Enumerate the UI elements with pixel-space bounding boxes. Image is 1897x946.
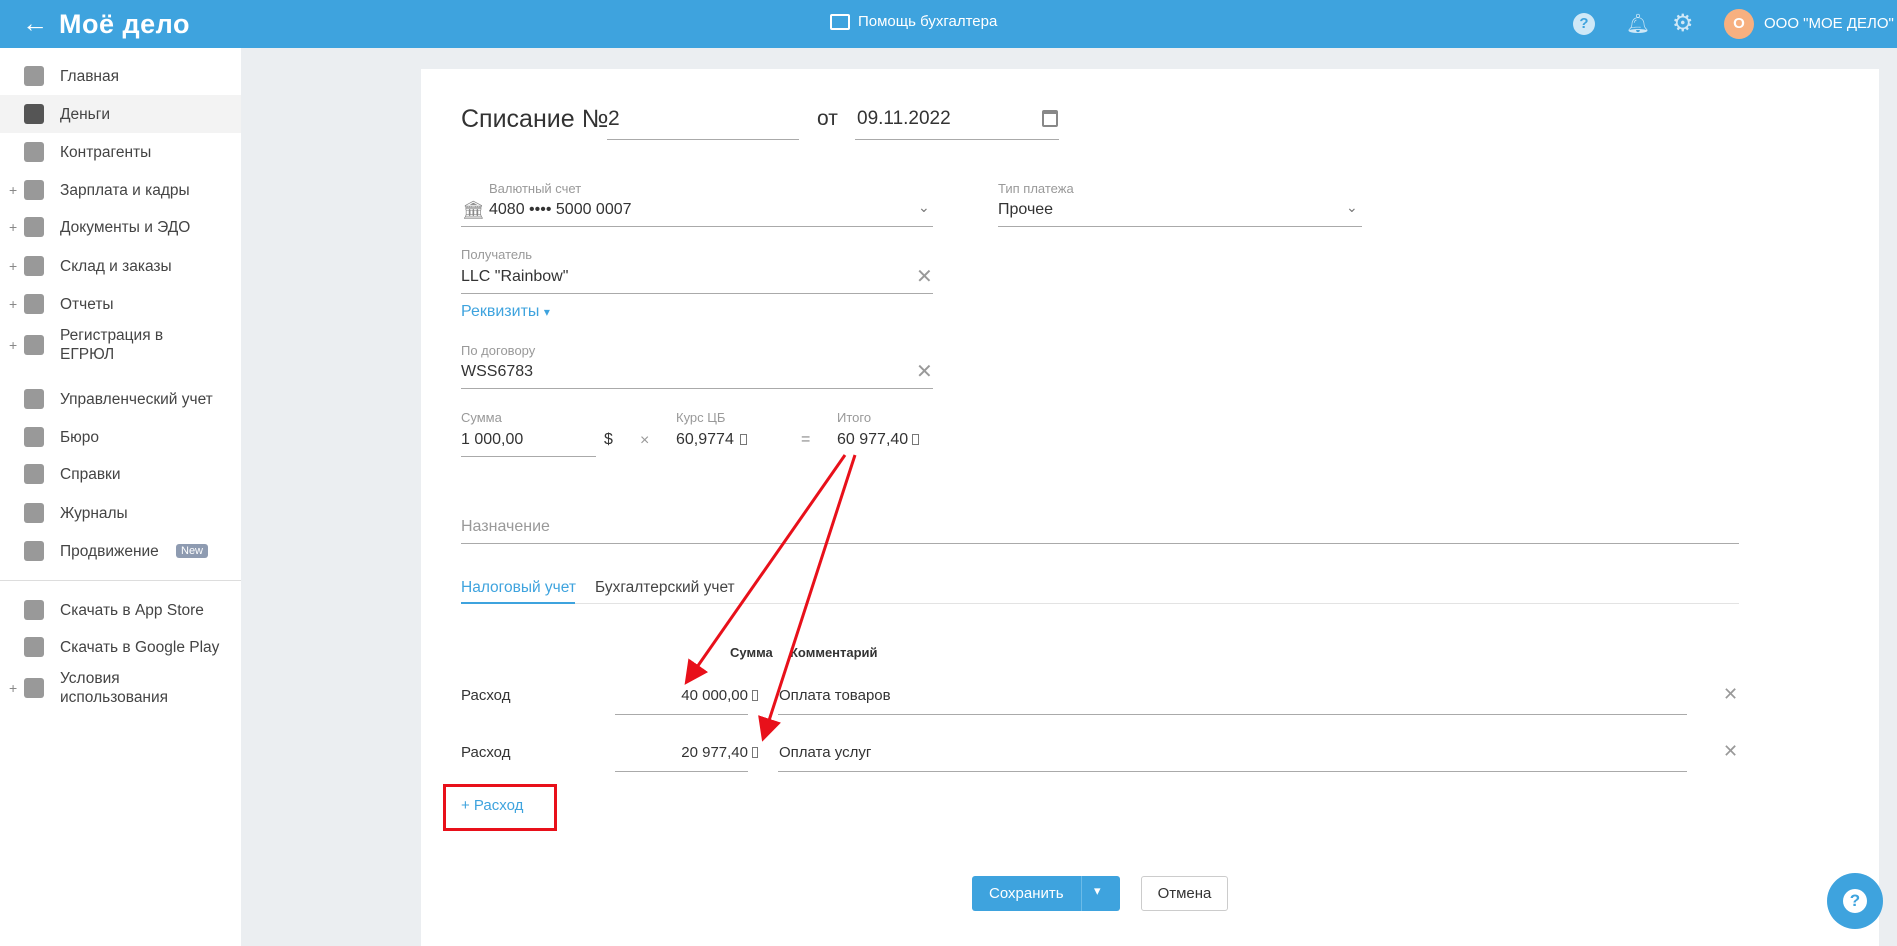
wallet-icon [24, 180, 44, 200]
expand-icon[interactable]: + [9, 296, 17, 312]
person-icon [24, 142, 44, 162]
warehouse-icon [24, 256, 44, 276]
sidebar-item[interactable]: Контрагенты [0, 133, 241, 171]
expand-icon[interactable]: + [9, 219, 17, 235]
sidebar-item[interactable]: + Склад и заказы [0, 247, 241, 285]
reference-icon [24, 464, 44, 484]
sidebar-item[interactable]: Бюро [0, 418, 241, 456]
annotation-arrows [684, 454, 857, 742]
sidebar-item[interactable]: Продвижение New [0, 532, 241, 570]
expand-icon[interactable]: + [9, 337, 17, 353]
sidebar-item[interactable]: Главная [0, 57, 241, 95]
sidebar-item[interactable]: Справки [0, 455, 241, 493]
chart-icon [24, 541, 44, 561]
sidebar-item[interactable]: Деньги [0, 95, 241, 133]
more-icon [24, 678, 44, 698]
sidebar-item[interactable]: + Условия использования [0, 667, 241, 709]
registration-icon [24, 335, 44, 355]
annotation-arrow [758, 454, 857, 742]
home-icon [24, 66, 44, 86]
sidebar-item[interactable]: + Отчеты [0, 285, 241, 323]
sidebar-item[interactable]: Скачать в Google Play [0, 628, 241, 666]
question-icon: ? [1843, 889, 1867, 913]
expand-icon[interactable]: + [9, 680, 17, 696]
expand-icon[interactable]: + [9, 182, 17, 198]
sidebar-item[interactable]: Журналы [0, 494, 241, 532]
report-icon [24, 294, 44, 314]
money-icon [24, 104, 44, 124]
apple-icon [24, 600, 44, 620]
new-badge: New [176, 544, 209, 558]
sidebar-item[interactable]: Управленческий учет [0, 380, 241, 418]
briefcase-icon [24, 427, 44, 447]
folder-icon [24, 217, 44, 237]
sidebar-item[interactable]: + Документы и ЭДО [0, 208, 241, 246]
expand-icon[interactable]: + [9, 258, 17, 274]
help-chat-button[interactable]: ? [1827, 873, 1883, 929]
google-play-icon [24, 637, 44, 657]
sidebar-item[interactable]: Скачать в App Store [0, 591, 241, 629]
ruble-doc-icon [24, 389, 44, 409]
annotation-arrow [684, 454, 847, 685]
sidebar-item[interactable]: + Регистрация в ЕГРЮЛ [0, 324, 241, 366]
journal-icon [24, 503, 44, 523]
sidebar-item[interactable]: + Зарплата и кадры [0, 171, 241, 209]
